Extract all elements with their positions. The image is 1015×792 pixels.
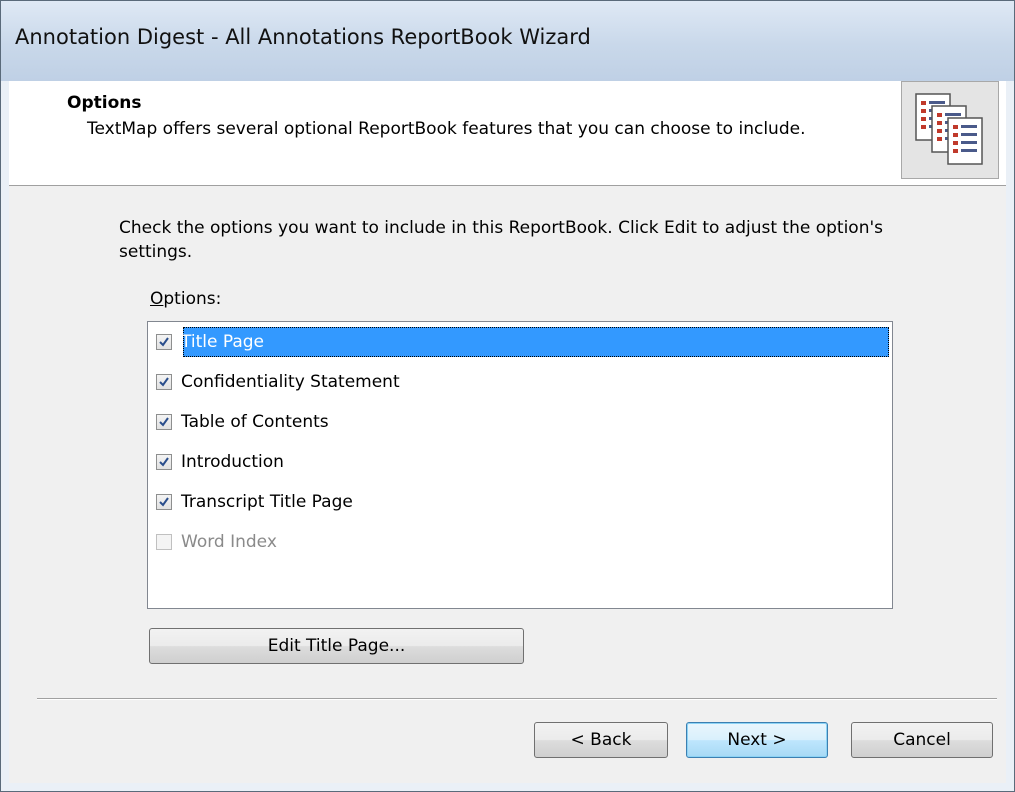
checkbox-introduction[interactable] [156, 454, 172, 470]
page-description: TextMap offers several optional ReportBo… [87, 119, 806, 139]
checkbox-confidentiality-statement[interactable] [156, 374, 172, 390]
list-item-label: Introduction [181, 452, 284, 472]
list-item-confidentiality-statement[interactable]: Confidentiality Statement [152, 367, 403, 397]
instructions-text: Check the options you want to include in… [119, 218, 884, 262]
checkmark-icon [159, 457, 169, 467]
checkbox-title-page[interactable] [156, 334, 172, 350]
checkbox-table-of-contents[interactable] [156, 414, 172, 430]
reportbook-pages-icon [901, 81, 999, 179]
options-label-accelerator: O [150, 289, 164, 309]
list-item-label: Title Page [181, 332, 264, 352]
edit-title-page-button[interactable]: Edit Title Page... [149, 628, 524, 664]
window-title: Annotation Digest - All Annotations Repo… [15, 25, 591, 49]
checkmark-icon [159, 377, 169, 387]
wizard-content: Check the options you want to include in… [9, 186, 1006, 783]
list-item-label: Transcript Title Page [181, 492, 353, 512]
checkmark-icon [159, 337, 169, 347]
page-title: Options [67, 93, 142, 113]
checkbox-transcript-title-page[interactable] [156, 494, 172, 510]
list-item-word-index: Word Index [152, 527, 280, 557]
options-label: Options: [150, 289, 221, 309]
list-item-table-of-contents[interactable]: Table of Contents [152, 407, 332, 437]
options-listbox[interactable]: Title Page Confidentiality Statement Tab… [147, 321, 893, 609]
title-bar[interactable]: Annotation Digest - All Annotations Repo… [1, 1, 1014, 81]
footer-separator [37, 698, 997, 700]
back-button[interactable]: < Back [534, 722, 668, 758]
options-label-text: ptions: [163, 289, 222, 309]
list-item-label: Confidentiality Statement [181, 372, 400, 392]
list-item-label: Table of Contents [181, 412, 329, 432]
list-item-title-page[interactable]: Title Page [152, 327, 889, 357]
selection-highlight [183, 327, 889, 357]
checkmark-icon [159, 497, 169, 507]
list-item-introduction[interactable]: Introduction [152, 447, 287, 477]
cancel-button[interactable]: Cancel [851, 722, 993, 758]
next-button[interactable]: Next > [686, 722, 828, 758]
wizard-window: Annotation Digest - All Annotations Repo… [0, 0, 1015, 792]
list-item-label: Word Index [181, 532, 277, 552]
checkbox-word-index [156, 534, 172, 550]
checkmark-icon [159, 417, 169, 427]
wizard-header: Options TextMap offers several optional … [9, 81, 1006, 186]
list-item-transcript-title-page[interactable]: Transcript Title Page [152, 487, 356, 517]
